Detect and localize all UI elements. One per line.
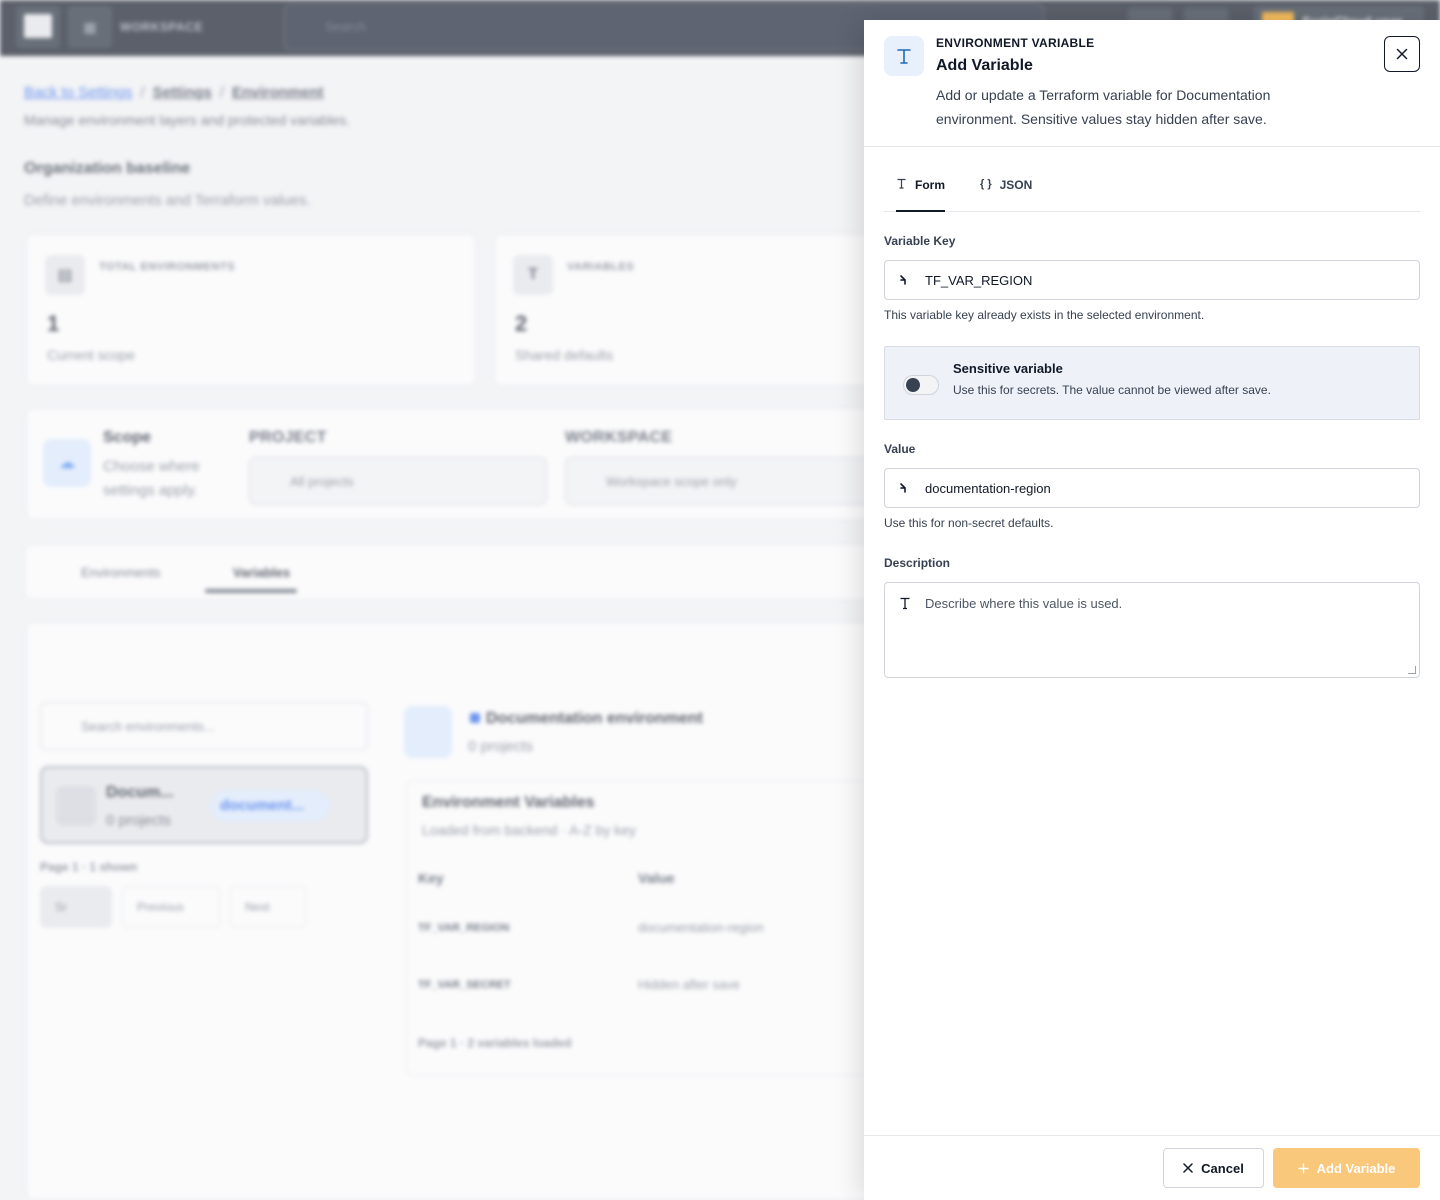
plus-icon [1297, 1162, 1309, 1174]
drawer-description: Add or update a Terraform variable for D… [936, 87, 1271, 127]
variable-key-input[interactable]: TF_VAR_REGION [884, 260, 1420, 300]
add-variable-drawer: ENVIRONMENT VARIABLE Add Variable Add or… [864, 20, 1440, 1200]
description-placeholder: Describe where this value is used. [925, 596, 1123, 611]
tab-json-label: JSON [999, 178, 1033, 192]
tab-form-label: Form [915, 178, 945, 192]
text-type-icon [884, 36, 924, 76]
variable-key-value: TF_VAR_REGION [925, 272, 1033, 288]
cancel-label: Cancel [1201, 1160, 1244, 1176]
sensitive-variable-box: Sensitive variable Use this for secrets.… [884, 346, 1420, 420]
drawer-tabs: Form { } JSON [884, 170, 1420, 212]
tab-form[interactable]: Form [896, 178, 945, 212]
cancel-button[interactable]: Cancel [1163, 1148, 1264, 1188]
sensitive-subtitle: Use this for secrets. The value cannot b… [953, 383, 1271, 397]
text-icon [896, 178, 907, 192]
text-icon [899, 597, 911, 615]
value-input-value: documentation-region [925, 480, 1051, 496]
close-icon [1396, 48, 1408, 60]
drawer-title: Add Variable [936, 57, 1033, 74]
key-icon [885, 274, 925, 286]
description-label: Description [884, 556, 951, 570]
variable-key-label: Variable Key [884, 234, 956, 248]
key-icon [885, 482, 925, 494]
description-textarea[interactable]: Describe where this value is used. [884, 582, 1420, 678]
value-input[interactable]: documentation-region [884, 468, 1420, 508]
tab-json[interactable]: { } JSON [980, 178, 1032, 212]
close-button[interactable] [1384, 36, 1420, 72]
drawer-header: ENVIRONMENT VARIABLE Add Variable Add or… [864, 20, 1440, 147]
drawer-footer: Cancel Add Variable [864, 1135, 1440, 1200]
value-help: Use this for non-secret defaults. [884, 516, 1054, 530]
add-variable-label: Add Variable [1316, 1160, 1396, 1176]
resize-handle[interactable] [1408, 666, 1416, 674]
value-label: Value [884, 442, 916, 456]
sensitive-title: Sensitive variable [953, 361, 1063, 376]
add-variable-button[interactable]: Add Variable [1273, 1148, 1420, 1188]
toggle-knob [906, 378, 920, 392]
close-icon [1183, 1163, 1193, 1173]
braces-icon: { } [980, 178, 992, 190]
drawer-eyebrow: ENVIRONMENT VARIABLE [936, 36, 1095, 50]
variable-key-help: This variable key already exists in the … [884, 308, 1205, 322]
sensitive-toggle[interactable] [903, 375, 939, 395]
